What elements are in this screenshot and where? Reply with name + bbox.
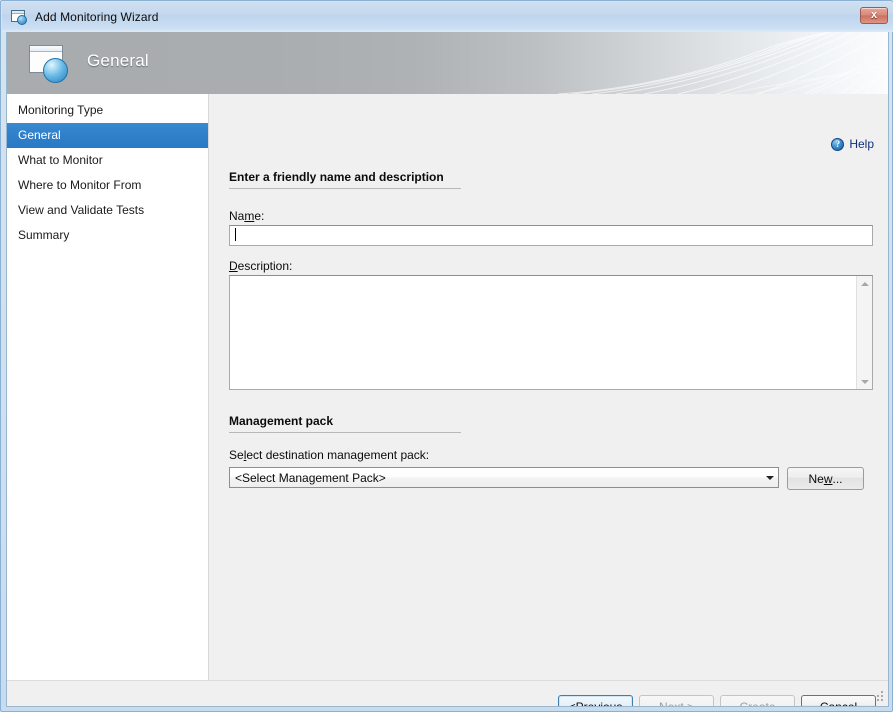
previous-label-pre: < xyxy=(568,699,576,707)
scroll-up-icon[interactable] xyxy=(857,276,872,291)
cancel-label-accelerator: C xyxy=(819,699,829,707)
next-button[interactable]: Next > xyxy=(639,695,714,707)
sidebar-item-summary[interactable]: Summary xyxy=(7,223,208,248)
wizard-window-orb-icon xyxy=(29,45,71,83)
section-heading-management-pack: Management pack xyxy=(229,414,461,433)
name-label-accelerator: m xyxy=(244,209,255,223)
wizard-window-orb-icon xyxy=(11,9,28,25)
management-pack-combobox[interactable]: <Select Management Pack> xyxy=(229,467,779,488)
previous-label-accelerator: P xyxy=(575,699,584,707)
next-label-post: ext > xyxy=(667,699,695,707)
select-label-post: ect destination management pack: xyxy=(246,448,430,462)
new-label-post: ... xyxy=(832,471,843,486)
sidebar-item-label: Monitoring Type xyxy=(18,103,104,117)
management-pack-selected-value: <Select Management Pack> xyxy=(235,470,386,485)
sidebar-item-where-to-monitor-from[interactable]: Where to Monitor From xyxy=(7,173,208,198)
sidebar-item-label: What to Monitor xyxy=(18,153,103,167)
next-label-accelerator: N xyxy=(658,699,668,707)
description-label: Description: xyxy=(229,259,292,273)
client-area: General Monitoring Type General What to … xyxy=(6,32,889,707)
sidebar-item-what-to-monitor[interactable]: What to Monitor xyxy=(7,148,208,173)
create-label-pre: C xyxy=(739,699,749,707)
name-label-post: e: xyxy=(254,209,265,223)
description-label-post: escription: xyxy=(237,259,293,273)
select-label-pre: Se xyxy=(229,448,244,462)
cancel-button[interactable]: Cancel xyxy=(801,695,876,707)
new-label-accelerator: w xyxy=(823,471,833,486)
select-management-pack-label: Select destination management pack: xyxy=(229,448,429,462)
create-button[interactable]: Cr eate xyxy=(720,695,795,707)
cancel-label-post: ancel xyxy=(828,699,858,707)
scroll-down-icon[interactable] xyxy=(857,374,872,389)
previous-label-post: revious xyxy=(583,699,623,707)
sidebar-item-monitoring-type[interactable]: Monitoring Type xyxy=(7,98,208,123)
close-icon: x xyxy=(870,9,878,21)
sidebar-item-view-and-validate-tests[interactable]: View and Validate Tests xyxy=(7,198,208,223)
sidebar-item-general[interactable]: General xyxy=(7,123,208,148)
wizard-banner: General xyxy=(7,32,888,94)
window-title: Add Monitoring Wizard xyxy=(35,10,159,24)
help-question-icon: ? xyxy=(831,137,845,151)
help-link[interactable]: ? Help xyxy=(831,137,874,151)
title-bar: Add Monitoring Wizard x xyxy=(2,2,893,32)
page-title: General xyxy=(87,51,149,70)
previous-button[interactable]: < Previous xyxy=(558,695,633,707)
section-heading-general: Enter a friendly name and description xyxy=(229,170,461,189)
sidebar-item-label: View and Validate Tests xyxy=(18,203,145,217)
banner-mesh-decoration xyxy=(558,32,888,94)
description-textarea[interactable] xyxy=(229,275,873,390)
new-management-pack-button[interactable]: Ne w... xyxy=(787,467,864,490)
wizard-step-nav: Monitoring Type General What to Monitor … xyxy=(7,94,209,680)
create-label-post: eate xyxy=(752,699,776,707)
sidebar-item-label: General xyxy=(18,128,61,142)
name-input[interactable] xyxy=(229,225,873,246)
new-label-pre: Ne xyxy=(808,471,824,486)
name-label: Name: xyxy=(229,209,264,223)
wizard-window: Add Monitoring Wizard x General Monitori… xyxy=(0,0,893,712)
name-label-pre: Na xyxy=(229,209,245,223)
description-scrollbar[interactable] xyxy=(856,276,872,389)
help-label: Help xyxy=(849,137,874,151)
text-caret xyxy=(235,228,236,241)
sidebar-item-label: Summary xyxy=(18,228,70,242)
close-button[interactable]: x xyxy=(860,7,888,24)
chevron-down-icon[interactable] xyxy=(761,468,778,487)
description-label-accelerator: D xyxy=(229,259,238,273)
sidebar-item-label: Where to Monitor From xyxy=(18,178,142,192)
